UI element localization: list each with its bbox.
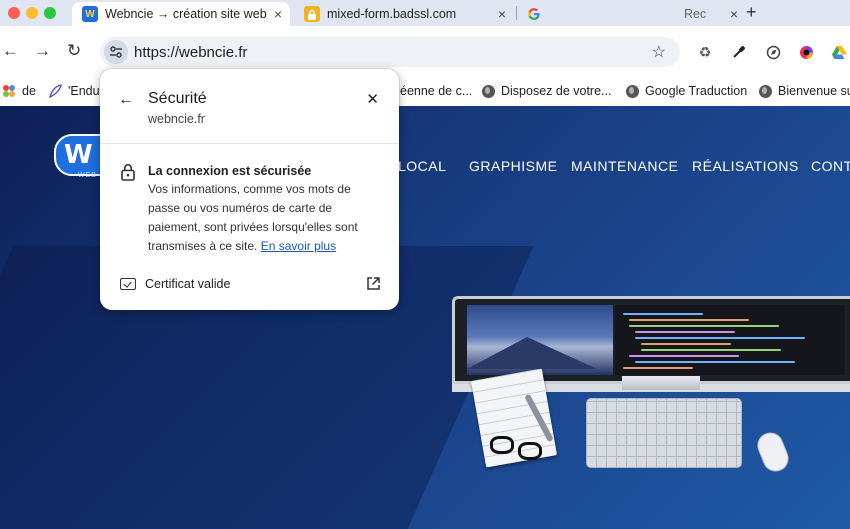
popup-back-button[interactable]: ← [118, 91, 134, 109]
nav-maintenance[interactable]: MAINTENANCE [571, 158, 678, 174]
tab-google[interactable] [520, 2, 580, 26]
tab-rec[interactable]: Rec × [682, 2, 738, 26]
color-wheel-extension-icon[interactable] [798, 44, 814, 60]
window-close-button[interactable] [8, 7, 20, 19]
bookmark-label: 'Endu [68, 84, 100, 98]
certificate-valid-button[interactable]: Certificat valide [145, 277, 230, 291]
tab-webncie[interactable]: W Webncie → création site web × [72, 2, 290, 26]
tab-strip: W Webncie → création site web × mixed-fo… [0, 0, 850, 26]
bookmark-label: Disposez de votre... [501, 84, 612, 98]
forward-button[interactable]: → [34, 42, 51, 60]
open-external-icon[interactable] [366, 276, 381, 291]
learn-more-link[interactable]: En savoir plus [261, 239, 336, 253]
compass-extension-icon[interactable] [765, 44, 781, 60]
lock-icon [121, 164, 135, 181]
bookmark-item[interactable]: Disposez de votre... [481, 81, 611, 101]
popup-divider [100, 143, 399, 144]
globe-icon [625, 84, 639, 98]
tune-icon [110, 46, 122, 58]
google-favicon-icon [526, 6, 542, 22]
bookmark-item[interactable]: de [2, 81, 36, 101]
nav-contact[interactable]: CONTA [811, 158, 850, 174]
glasses-illustration [490, 436, 546, 464]
bookmark-label: de [22, 84, 36, 98]
security-popup: ← Sécurité webncie.fr ✕ La connexion est… [100, 69, 399, 310]
popup-domain: webncie.fr [148, 112, 205, 126]
keyboard-illustration [586, 398, 742, 468]
tab-close-icon[interactable]: × [498, 6, 506, 22]
bookmark-label: Google Traduction [645, 84, 748, 98]
globe-icon [481, 84, 495, 98]
connection-secure-description: Vos informations, comme vos mots de pass… [148, 182, 358, 253]
feather-icon [48, 84, 62, 98]
google-drive-extension-icon[interactable] [831, 44, 847, 60]
address-bar[interactable]: https://webncie.fr ☆ [100, 37, 680, 67]
bookmark-item[interactable]: Bienvenue sur [758, 81, 850, 101]
tab-close-icon[interactable]: × [730, 6, 738, 22]
tab-title: Webncie → création site web [105, 7, 267, 21]
tab-title: mixed-form.badssl.com [327, 7, 457, 21]
tab-badssl[interactable]: mixed-form.badssl.com × [296, 2, 514, 26]
imac-illustration [452, 296, 850, 392]
tab-close-icon[interactable]: × [274, 6, 282, 22]
bookmark-item[interactable]: 'Endu [48, 81, 100, 101]
window-maximize-button[interactable] [44, 7, 56, 19]
connection-secure-heading: La connexion est sécurisée [148, 164, 312, 178]
site-info-button[interactable] [104, 40, 128, 64]
bookmark-label: Bienvenue sur [778, 84, 850, 98]
webncie-favicon-icon: W [82, 6, 98, 22]
bookmark-label: éenne de c... [400, 84, 473, 98]
imac-stand [622, 376, 700, 390]
eyedropper-extension-icon[interactable] [731, 44, 747, 60]
window-minimize-button[interactable] [26, 7, 38, 19]
globe-icon [758, 84, 772, 98]
popup-title: Sécurité [148, 90, 207, 107]
url-text[interactable]: https://webncie.fr [134, 44, 247, 61]
bookmark-item[interactable]: Google Traduction [625, 81, 747, 101]
nav-realisations[interactable]: RÉALISATIONS [692, 158, 799, 174]
nav-graphisme[interactable]: GRAPHISME [469, 158, 558, 174]
bookmark-item[interactable]: éenne de c... [400, 81, 472, 101]
nav-local[interactable]: LOCAL [398, 158, 446, 174]
back-button[interactable]: ← [2, 42, 19, 60]
certificate-icon [120, 278, 136, 290]
popup-close-button[interactable]: ✕ [366, 92, 379, 108]
reload-button[interactable]: ↻ [67, 42, 81, 60]
mouse-illustration [753, 428, 793, 476]
tab-separator [516, 6, 517, 20]
recycle-extension-icon[interactable]: ♻ [697, 44, 713, 60]
joomla-icon [2, 84, 16, 98]
bookmark-star-icon[interactable]: ☆ [652, 42, 666, 62]
new-tab-button[interactable]: + [746, 2, 757, 23]
lock-favicon-icon [304, 6, 320, 22]
